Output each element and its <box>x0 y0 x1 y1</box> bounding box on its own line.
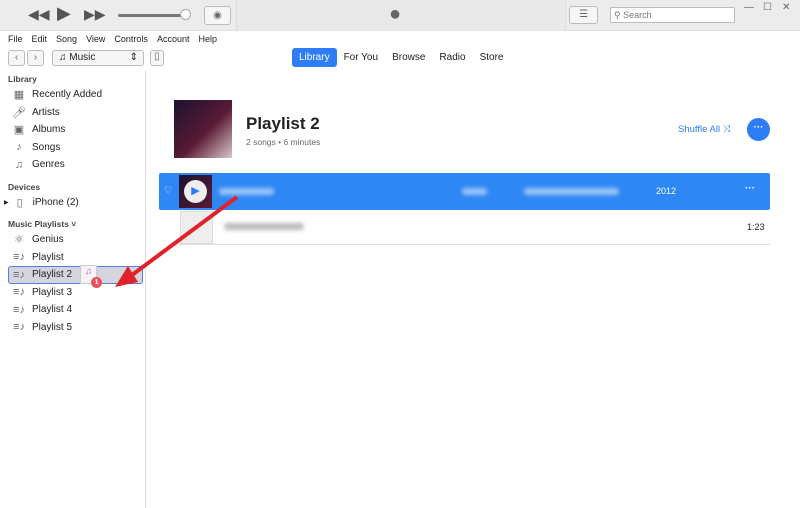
arrow-shaft <box>126 195 239 280</box>
annotation-arrow <box>115 195 239 287</box>
arrow-head <box>115 266 138 287</box>
